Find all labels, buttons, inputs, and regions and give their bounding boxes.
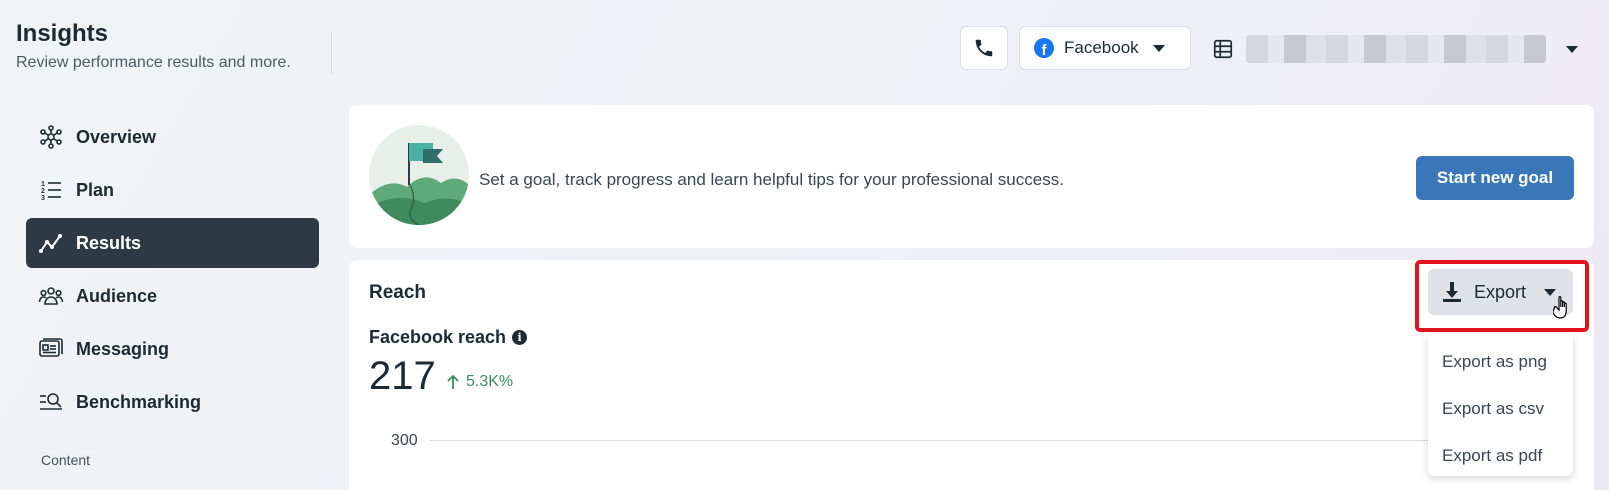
page-title: Insights (16, 20, 109, 47)
sidebar-item-benchmarking[interactable]: Benchmarking (26, 377, 319, 427)
facebook-reach-label: Facebook reach (369, 327, 507, 347)
sidebar-item-audience[interactable]: Audience (26, 271, 319, 321)
sidebar-item-messaging[interactable]: Messaging (26, 324, 319, 374)
sidebar-item-label: Audience (76, 285, 158, 306)
export-menu: Export as png Export as csv Export as pd… (1428, 334, 1573, 476)
download-icon (1443, 282, 1461, 302)
export-button[interactable]: Export (1428, 269, 1573, 315)
plan-list-icon: 1 2 3 (41, 181, 61, 202)
sidebar-nav: Overview 1 2 3 Plan Results Audience Mes… (26, 112, 319, 430)
arrow-up-icon (447, 374, 459, 389)
page-subtitle: Review performance results and more. (16, 54, 291, 71)
results-trend-icon (39, 234, 62, 253)
chevron-down-icon (1152, 44, 1165, 52)
sidebar-item-plan[interactable]: 1 2 3 Plan (26, 165, 319, 215)
platform-selector-label: Facebook (1064, 38, 1139, 57)
chevron-down-icon (1566, 45, 1578, 53)
sidebar-section-content: Content (41, 452, 91, 468)
y-axis-tick: 300 (391, 432, 418, 449)
header-divider (331, 32, 332, 74)
reach-delta: 5.3K% (446, 373, 513, 391)
info-icon[interactable]: i (512, 330, 528, 345)
export-pdf-option[interactable]: Export as pdf (1428, 432, 1573, 479)
svg-text:1: 1 (41, 181, 45, 188)
sidebar-item-label: Plan (76, 179, 115, 200)
platform-selector[interactable]: f Facebook (1019, 26, 1191, 70)
reach-value: 217 (369, 354, 436, 398)
export-button-label: Export (1474, 281, 1527, 302)
start-new-goal-button[interactable]: Start new goal (1416, 156, 1574, 200)
audience-icon (38, 287, 64, 305)
sidebar-item-label: Benchmarking (76, 391, 202, 412)
benchmarking-icon (40, 393, 62, 410)
facebook-reach-heading: Facebook reach i (369, 327, 528, 348)
sidebar-item-label: Messaging (76, 338, 170, 359)
sidebar-item-label: Overview (76, 126, 157, 147)
sidebar-item-label: Results (76, 232, 142, 253)
reach-section-title: Reach (369, 282, 427, 303)
hand-cursor-icon (1553, 296, 1567, 319)
account-name-redacted (1246, 35, 1546, 63)
export-csv-option[interactable]: Export as csv (1428, 385, 1573, 432)
business-grid-icon (1213, 39, 1233, 59)
export-png-option[interactable]: Export as png (1428, 338, 1573, 385)
account-selector[interactable] (1212, 28, 1592, 70)
messaging-icon (39, 338, 63, 357)
svg-text:2: 2 (41, 188, 45, 195)
call-button[interactable] (960, 26, 1008, 70)
sidebar-item-results[interactable]: Results (26, 218, 319, 268)
phone-icon (975, 39, 993, 57)
goal-flag-illustration (369, 125, 469, 225)
facebook-logo-icon: f (1034, 38, 1054, 58)
chart-gridline (430, 440, 1430, 441)
svg-text:3: 3 (41, 195, 45, 202)
overview-icon (40, 125, 62, 149)
goal-description: Set a goal, track progress and learn hel… (479, 170, 1064, 189)
sidebar-item-overview[interactable]: Overview (26, 112, 319, 162)
reach-card (349, 260, 1594, 490)
reach-delta-value: 5.3K% (466, 373, 514, 390)
